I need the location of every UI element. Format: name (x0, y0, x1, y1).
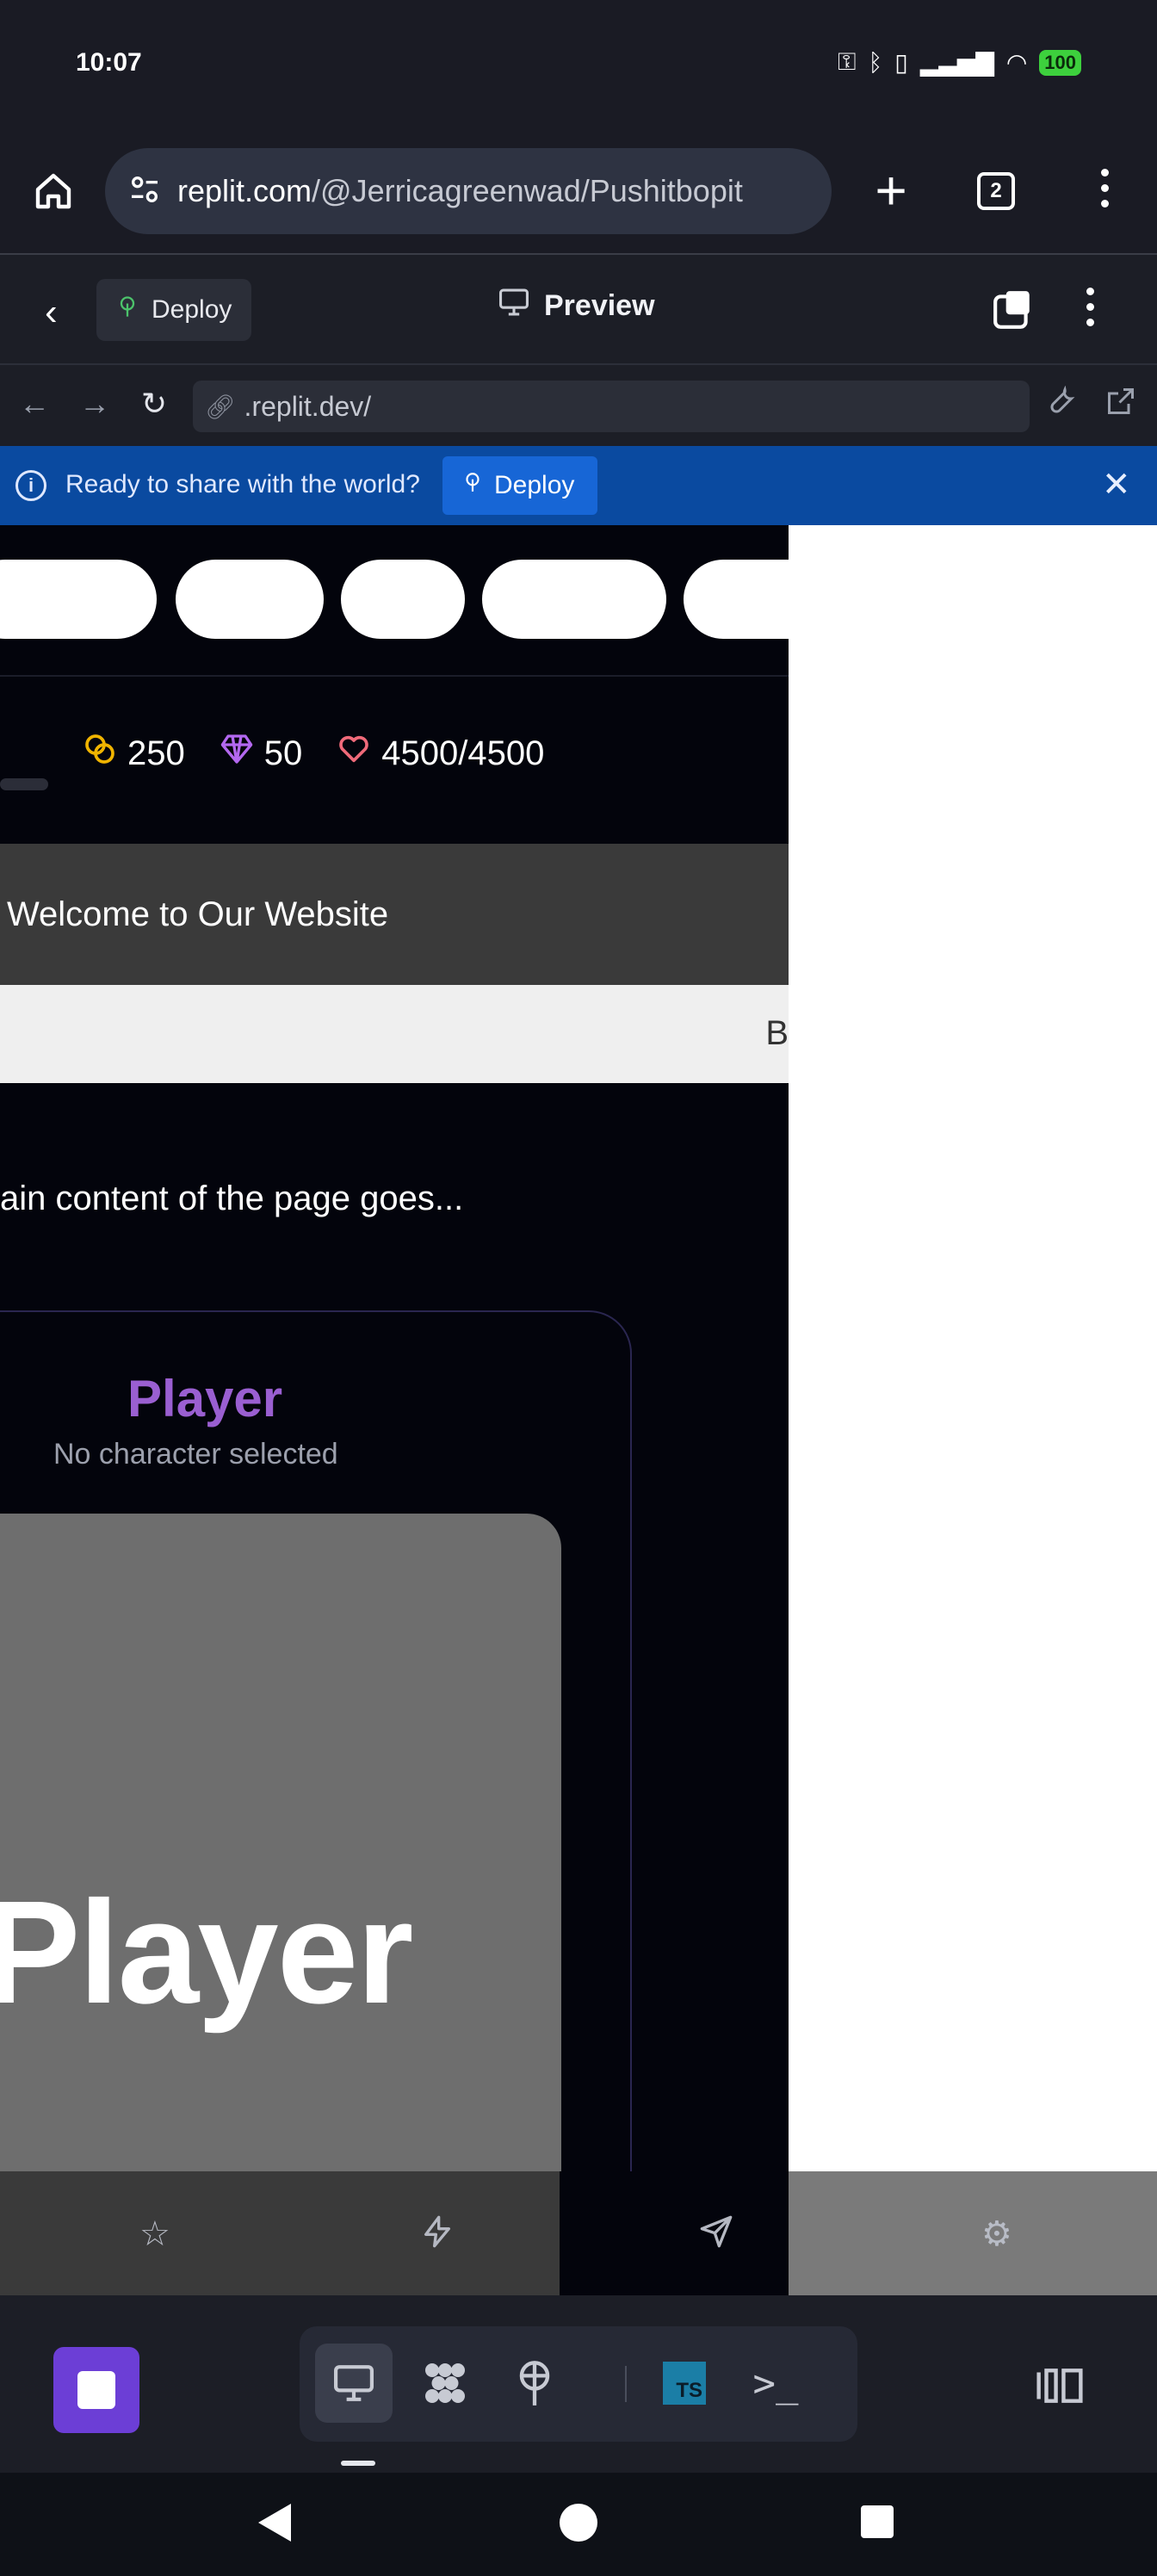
status-time: 10:07 (76, 48, 142, 77)
band-letter: B (765, 1014, 789, 1052)
nav-pill[interactable] (0, 560, 157, 639)
home-icon[interactable] (26, 164, 81, 219)
split-view-icon[interactable] (1033, 2364, 1086, 2417)
main-content-text: ain content of the page goes... (0, 1180, 464, 1217)
url-text: replit.com/@Jerricagreenwad/Pushitbopit (177, 173, 743, 209)
replit-bottom-bar: TS >_ (0, 2295, 1157, 2473)
tool-switcher: TS >_ (300, 2326, 857, 2442)
welcome-text: Welcome to Our Website (7, 895, 389, 933)
deploy-label: Deploy (152, 295, 232, 324)
info-icon: i (15, 470, 46, 501)
toolbar-right (789, 2171, 1157, 2295)
active-tool-indicator (341, 2461, 375, 2466)
banner-deploy-label: Deploy (494, 471, 575, 499)
status-icons: ⚿ ᛒ ▯ ▂▃▅▇ ◠ 100 (838, 48, 1081, 77)
welcome-header: Welcome to Our Website (0, 844, 789, 985)
stop-button[interactable] (53, 2347, 139, 2433)
send-icon[interactable] (699, 2214, 733, 2257)
deploy-icon (115, 294, 139, 325)
link-icon: 🔗︎ (205, 393, 236, 420)
deploy-banner: i Ready to share with the world? Deploy … (0, 446, 1157, 525)
packages-icon[interactable] (406, 2344, 484, 2423)
reload-icon[interactable]: ↻ (141, 386, 167, 422)
vibrate-icon: ▯ (894, 49, 908, 76)
toolbar-left (0, 2171, 560, 2295)
wifi-icon: ◠ (1005, 49, 1028, 76)
star-icon[interactable]: ☆ (139, 2214, 170, 2254)
wrench-icon[interactable] (1047, 385, 1078, 424)
toolbar-mid (560, 2171, 789, 2295)
more-icon[interactable] (1092, 169, 1117, 215)
player-subtitle: No character selected (53, 1438, 338, 1471)
shell-icon[interactable]: >_ (737, 2344, 814, 2423)
preview-address-bar: ← → ↻ 🔗︎ .replit.dev/ (0, 365, 1157, 446)
url-path: /@Jerricagreenwad/Pushitbopit (312, 173, 743, 208)
system-recents-icon[interactable] (861, 2505, 894, 2538)
preview-url-field[interactable]: 🔗︎ .replit.dev/ (193, 381, 1030, 432)
player-stats: 250 50 4500/4500 (83, 732, 544, 775)
gray-band: B (0, 985, 789, 1083)
replit-header: ‹ Deploy Preview (0, 257, 1157, 365)
site-settings-icon[interactable] (127, 172, 162, 211)
browser-toolbar: replit.com/@Jerricagreenwad/Pushitbopit … (0, 129, 1157, 255)
nav-pill[interactable] (482, 560, 666, 639)
tabs-icon[interactable]: 2 (977, 172, 1015, 210)
nav-pill[interactable] (684, 560, 789, 639)
preview-label: Preview (544, 289, 655, 322)
preview-blank-area (789, 525, 1157, 2171)
banner-message: Ready to share with the world? (65, 470, 420, 498)
preview-tool-icon[interactable] (315, 2344, 393, 2423)
player-title: Player (127, 1370, 283, 1427)
nav-pill[interactable] (341, 560, 465, 639)
status-bar: 10:07 ⚿ ᛒ ▯ ▂▃▅▇ ◠ 100 (0, 0, 1157, 129)
deploy-tool-icon[interactable] (496, 2344, 573, 2423)
gems-stat: 50 (220, 732, 303, 775)
plus-icon[interactable]: + (861, 160, 921, 220)
external-link-icon[interactable] (1105, 386, 1136, 424)
gems-value: 50 (263, 734, 303, 772)
avatar-placeholder-text: Player (0, 1871, 413, 2034)
bluetooth-icon: ᛒ (868, 48, 883, 76)
preview-url: .replit.dev/ (244, 390, 372, 422)
stack-icon[interactable] (992, 288, 1035, 331)
system-home-icon[interactable] (560, 2504, 597, 2542)
bolt-icon[interactable] (420, 2214, 455, 2257)
gem-icon (220, 732, 254, 775)
deploy-icon (461, 471, 484, 500)
typescript-icon[interactable]: TS (646, 2344, 723, 2423)
nav-divider (0, 675, 789, 677)
url-domain: replit.com (177, 173, 312, 208)
url-bar[interactable]: replit.com/@Jerricagreenwad/Pushitbopit (105, 148, 832, 234)
signal-icon: ▂▃▅▇ (919, 49, 994, 76)
page-preview: 250 50 4500/4500 Welcome to Our Website … (0, 525, 789, 2295)
health-value: 4500/4500 (381, 734, 545, 772)
stop-icon (77, 2371, 115, 2409)
nav-pill[interactable] (176, 560, 324, 639)
close-icon[interactable]: ✕ (1102, 465, 1131, 505)
back-icon[interactable]: ‹ (45, 291, 58, 334)
system-back-icon[interactable] (258, 2504, 291, 2542)
system-nav-bar (0, 2473, 1157, 2576)
preview-tab-title: Preview (498, 288, 655, 325)
arrow-right-icon[interactable]: → (79, 386, 110, 422)
more-options-icon[interactable] (1080, 288, 1100, 334)
coin-icon (83, 732, 117, 775)
banner-deploy-button[interactable]: Deploy (442, 456, 597, 515)
progress-nub (0, 778, 48, 790)
vpn-key-icon: ⚿ (838, 48, 857, 75)
preview-bottom-toolbar: ☆ ⚙ (0, 2171, 1157, 2295)
heart-icon (337, 732, 371, 775)
coins-value: 250 (127, 734, 185, 772)
monitor-icon (498, 288, 530, 325)
coins-stat: 250 (83, 732, 185, 775)
gear-icon[interactable]: ⚙ (981, 2214, 1012, 2254)
tool-separator (625, 2366, 627, 2402)
health-stat: 4500/4500 (337, 732, 544, 775)
arrow-left-icon[interactable]: ← (19, 386, 50, 422)
battery-icon: 100 (1039, 49, 1081, 76)
deploy-button[interactable]: Deploy (96, 279, 251, 341)
